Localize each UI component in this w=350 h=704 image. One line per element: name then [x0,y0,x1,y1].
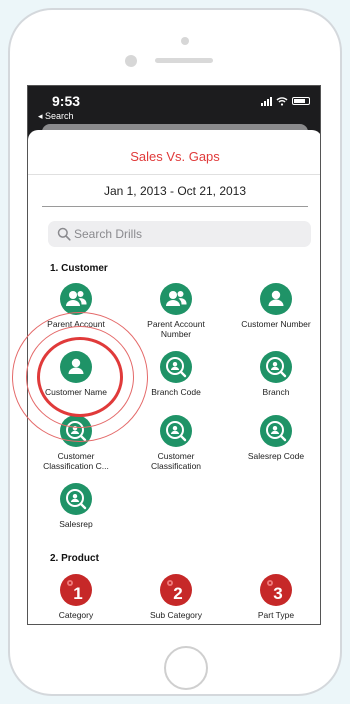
person-search-icon [260,351,292,383]
drill-salesrep[interactable]: Salesrep [34,483,118,529]
drill-part-type[interactable]: 3 Part Type [234,574,318,620]
part-type-number: 3 [273,584,282,603]
search-bar[interactable] [48,221,311,247]
section-title-customer: 1. Customer [50,263,108,274]
system-icons [261,96,310,106]
status-bar: 9:53 ◂ Search [28,86,320,124]
drill-salesrep-code[interactable]: Salesrep Code [234,415,318,461]
front-camera [125,55,137,67]
person-search-icon [160,415,192,447]
people-icon [160,283,192,315]
category-number: 1 [73,584,82,603]
drills-sheet: Sales Vs. Gaps Jan 1, 2013 - Oct 21, 201… [28,130,320,624]
drill-parent-account-number[interactable]: Parent Account Number [134,283,218,339]
drill-label: Parent Account [47,319,105,329]
section-title-product: 2. Product [50,553,99,564]
signal-icon [261,96,272,106]
gear-number-icon: 3 [260,574,292,606]
person-search-icon [60,483,92,515]
back-to-search-link[interactable]: ◂ Search [38,111,74,122]
drill-label: Branch [262,387,290,397]
person-icon [60,351,92,383]
drill-label: Customer Number [241,319,311,329]
sensor-dot [181,37,189,45]
date-range[interactable]: Jan 1, 2013 - Oct 21, 2013 [28,184,320,198]
gear-number-icon: 2 [160,574,192,606]
gear-number-icon: 1 [60,574,92,606]
sub-category-number: 2 [173,584,182,603]
drill-customer-number[interactable]: Customer Number [234,283,318,329]
drill-label: Salesrep Code [247,451,305,461]
person-search-icon [60,415,92,447]
drill-label: Customer Classification [150,451,202,471]
drill-label: Part Type [257,610,295,620]
drill-label: Branch Code [151,387,201,397]
wifi-icon [276,97,288,106]
person-icon [260,283,292,315]
drill-customer-classification[interactable]: Customer Classification [134,415,218,471]
drill-sub-category[interactable]: 2 Sub Category [134,574,218,620]
people-icon [60,283,92,315]
drill-category[interactable]: 1 Category [34,574,118,620]
drill-label: Salesrep [59,519,93,529]
divider [28,174,320,175]
drill-label: Customer Name [45,387,107,397]
status-time: 9:53 [52,93,81,109]
home-button[interactable] [164,646,208,690]
sheet-title: Sales Vs. Gaps [130,149,220,164]
drill-label: Category [58,610,94,620]
drill-label: Parent Account Number [147,319,205,339]
drill-parent-account[interactable]: Parent Account [34,283,118,329]
drill-label: Customer Classification C... [43,451,109,471]
drill-label: Sub Category [150,610,202,620]
divider [42,206,308,207]
person-search-icon [260,415,292,447]
search-icon [57,227,71,241]
search-input[interactable] [74,221,304,247]
drill-customer-name[interactable]: Customer Name [34,351,118,397]
drill-customer-classification-code[interactable]: Customer Classification C... [34,415,118,471]
drill-branch[interactable]: Branch [234,351,318,397]
person-search-icon [160,351,192,383]
drill-branch-code[interactable]: Branch Code [134,351,218,397]
phone-screen: 9:53 ◂ Search Sales Vs. Gaps Jan 1, 2013… [27,85,321,625]
battery-icon [292,97,310,105]
earpiece-speaker [155,58,213,63]
